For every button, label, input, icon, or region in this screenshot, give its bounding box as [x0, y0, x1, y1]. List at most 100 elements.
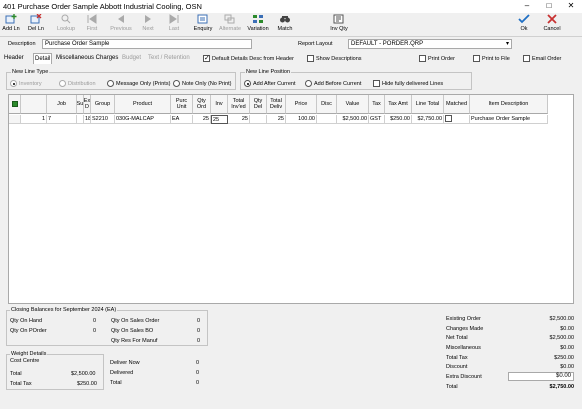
report-layout-select[interactable]: DEFAULT - PORDER.QRP ▾ — [348, 39, 512, 49]
maximize-icon[interactable]: □ — [538, 0, 560, 13]
cancel-x-icon — [546, 14, 559, 25]
col-tax-amt[interactable]: Tax Amt — [385, 95, 412, 114]
closing-balances-group: Closing Balances for September 2024 (EA)… — [6, 307, 208, 346]
col-ex-d[interactable]: Ex D — [84, 95, 91, 114]
default-details-checkbox[interactable] — [203, 54, 210, 62]
cell-price[interactable]: 100.00 — [286, 115, 317, 124]
col-purc-unit[interactable]: Purc Unit — [171, 95, 193, 114]
extra-discount-input[interactable]: $0.00 — [508, 372, 574, 381]
lookup-button[interactable]: Lookup — [55, 13, 77, 37]
note-only-radio[interactable]: Note Only (No Print) — [173, 80, 232, 87]
inv-qty-button[interactable]: Inv Qty — [326, 13, 352, 37]
cell-disc[interactable] — [317, 115, 337, 124]
col-value[interactable]: Value — [337, 95, 369, 114]
cell-job[interactable]: 7 — [47, 115, 77, 124]
cell-inv[interactable]: 25 — [211, 115, 228, 124]
col-tax[interactable]: Tax — [369, 95, 385, 114]
add-line-icon — [5, 14, 18, 25]
lookup-icon — [60, 14, 73, 25]
last-button[interactable]: Last — [166, 13, 182, 37]
col-inv[interactable]: Inv — [211, 95, 228, 114]
cell-qty-ord[interactable]: 25 — [193, 115, 211, 124]
tab-header[interactable]: Header — [3, 53, 25, 64]
print-to-file-option[interactable]: Print to File — [473, 55, 510, 62]
match-icon — [279, 14, 292, 25]
grid-settings-icon — [11, 101, 18, 107]
grid-corner[interactable] — [9, 95, 21, 114]
previous-icon — [115, 14, 128, 25]
distribution-radio[interactable]: Distribution — [59, 80, 96, 87]
matched-checkbox[interactable] — [445, 115, 452, 123]
tab-text-retention[interactable]: Text / Retention — [147, 53, 191, 64]
default-details-option[interactable]: Default Details Desc from Header — [203, 54, 294, 62]
first-icon — [86, 14, 99, 25]
delete-line-button[interactable]: Del Ln — [26, 13, 46, 37]
col-line-total[interactable]: Line Total — [412, 95, 444, 114]
col-product[interactable]: Product — [115, 95, 171, 114]
print-to-file-checkbox[interactable] — [473, 55, 480, 62]
email-order-option[interactable]: Email Order — [523, 55, 561, 62]
add-line-button[interactable]: Add Ln — [2, 13, 20, 37]
cell-purc-unit[interactable]: EA — [171, 115, 193, 124]
email-order-checkbox[interactable] — [523, 55, 530, 62]
match-button[interactable]: Match — [275, 13, 295, 37]
cell-line-total[interactable]: $2,750.00 — [412, 115, 444, 124]
new-line-position-title: New Line Position — [245, 69, 292, 75]
previous-button[interactable]: Previous — [108, 13, 134, 37]
show-descriptions-option[interactable]: Show Descriptions — [307, 55, 362, 62]
cell-qty-del[interactable] — [250, 115, 267, 124]
closing-balances-title: Closing Balances for September 2024 (EA) — [10, 307, 118, 313]
show-descriptions-checkbox[interactable] — [307, 55, 314, 62]
hide-delivered-option[interactable]: Hide fully delivered Lines — [373, 80, 443, 87]
cell-total-deliv[interactable]: 25 — [267, 115, 286, 124]
cell-total-inved[interactable]: 25 — [228, 115, 250, 124]
col-qty-ord[interactable]: Qty Ord — [193, 95, 211, 114]
description-field[interactable]: Purchase Order Sample — [42, 39, 252, 49]
cell-matched[interactable] — [444, 115, 470, 124]
alternate-button[interactable]: Alternate — [217, 13, 243, 37]
col-price[interactable]: Price — [286, 95, 317, 114]
ok-button[interactable]: Ok — [517, 13, 531, 37]
cell-line-no[interactable]: 1 — [21, 115, 47, 124]
add-after-current-radio[interactable]: Add After Current — [244, 80, 296, 87]
col-group[interactable]: Group — [91, 95, 115, 114]
cell-tax[interactable]: GST — [369, 115, 385, 124]
col-item-description[interactable]: Item Description — [470, 95, 548, 114]
weight-details-group: Weight Details Cost Centre Total $2,500.… — [6, 351, 104, 390]
cell-product[interactable]: 030G-MALCAP — [115, 115, 171, 124]
cell-su[interactable] — [77, 115, 84, 124]
variation-icon — [252, 14, 265, 25]
cell-item-description[interactable]: Purchase Order Sample — [470, 115, 548, 124]
chevron-down-icon[interactable]: ▾ — [506, 40, 509, 48]
tab-misc-charges[interactable]: Miscellaneous Charges — [55, 53, 119, 64]
cell-tax-amt[interactable]: $250.00 — [385, 115, 412, 124]
variation-button[interactable]: Variation — [245, 13, 271, 37]
col-total-deliv[interactable]: Total Deliv — [267, 95, 286, 114]
col-job[interactable]: Job — [47, 95, 77, 114]
cell-group[interactable]: S2210 — [91, 115, 115, 124]
description-label: Description — [8, 41, 36, 47]
col-disc[interactable]: Disc — [317, 95, 337, 114]
print-order-option[interactable]: Print Order — [419, 55, 455, 62]
toolbar: Add Ln Del Ln Lookup First Previous Next… — [0, 13, 582, 37]
minimize-icon[interactable]: – — [516, 0, 538, 13]
next-button[interactable]: Next — [140, 13, 156, 37]
print-order-checkbox[interactable] — [419, 55, 426, 62]
col-total-inved[interactable]: Total Inv'ed — [228, 95, 250, 114]
first-button[interactable]: First — [84, 13, 100, 37]
close-icon[interactable]: ✕ — [560, 0, 582, 13]
cell-ex[interactable]: 18 — [84, 115, 91, 124]
col-qty-del[interactable]: Qty Del — [250, 95, 267, 114]
inventory-radio[interactable]: Inventory — [10, 80, 42, 87]
hide-delivered-checkbox[interactable] — [373, 80, 380, 87]
tab-budget[interactable]: Budget — [121, 53, 142, 64]
title-bar: 401 Purchase Order Sample Abbott Industr… — [0, 0, 582, 13]
message-only-radio[interactable]: Message Only (Prints) — [107, 80, 170, 87]
add-before-current-radio[interactable]: Add Before Current — [305, 80, 361, 87]
cell-value[interactable]: $2,500.00 — [337, 115, 369, 124]
tab-detail[interactable]: Detail — [33, 53, 53, 64]
enquiry-button[interactable]: Enquiry — [192, 13, 214, 37]
weight-details-title: Weight Details — [10, 351, 48, 357]
cancel-button[interactable]: Cancel — [540, 13, 564, 37]
col-matched[interactable]: Matched — [444, 95, 470, 114]
